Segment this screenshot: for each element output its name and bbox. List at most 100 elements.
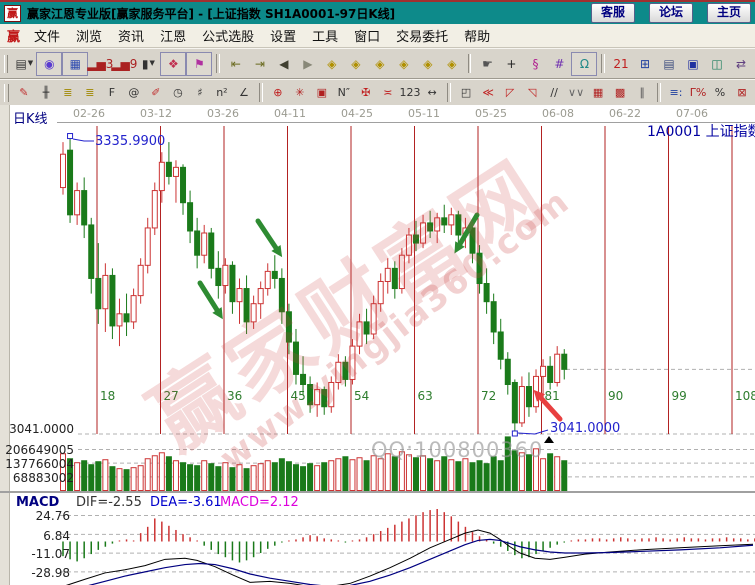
trend-lines-icon[interactable]: ∕∕ [543, 83, 565, 102]
chart-9-icon[interactable]: ▂▅9 [112, 53, 136, 75]
candle-tool-icon[interactable]: ▮▼ [136, 53, 160, 75]
customer-service-button[interactable]: 客服 [591, 3, 635, 23]
red-grid-icon[interactable]: ▦ [587, 83, 609, 102]
pattern-tool-icon[interactable]: ❖ [160, 52, 186, 76]
menu-item-文件[interactable]: 文件 [26, 24, 68, 47]
red-grid2-icon[interactable]: ▩ [609, 83, 631, 102]
pencil-icon: ✐ [151, 87, 160, 98]
menu-item-窗口[interactable]: 窗口 [346, 24, 388, 47]
angle-icon[interactable]: ∠ [233, 83, 255, 102]
golden-grid2-icon[interactable]: ≣ [79, 83, 101, 102]
brush-icon: ✎ [19, 87, 28, 98]
menu-item-浏览[interactable]: 浏览 [68, 24, 110, 47]
f-grid-icon[interactable]: F [101, 83, 123, 102]
toolbar-separator [657, 83, 661, 102]
box-tool-icon[interactable]: ◰ [455, 83, 477, 102]
save-icon[interactable]: ▣ [681, 53, 705, 75]
menu-item-资讯[interactable]: 资讯 [110, 24, 152, 47]
measure-icon[interactable]: ↔ [421, 83, 443, 102]
dropdown-caret-icon[interactable]: ▼ [149, 60, 154, 67]
prev-icon[interactable]: ◀ [272, 53, 296, 75]
pencil-icon[interactable]: ✐ [145, 83, 167, 102]
retrace-icon[interactable]: Γ% [687, 83, 709, 102]
spiral-icon[interactable]: @ [123, 83, 145, 102]
golden-grid-icon[interactable]: ≣ [57, 83, 79, 102]
diamond-down-icon[interactable]: ◈ [416, 53, 440, 75]
parallel-icon[interactable]: ∥ [631, 83, 653, 102]
gann-number-label: 81 [545, 389, 560, 403]
v-lines-icon[interactable]: ∨∨ [565, 83, 587, 102]
crosshair-icon[interactable]: + [499, 53, 523, 75]
net-icon[interactable]: # [547, 53, 571, 75]
fan-lines-icon[interactable]: ≪ [477, 83, 499, 102]
forum-button[interactable]: 论坛 [649, 3, 693, 23]
square-burst-icon: ▣ [317, 87, 327, 98]
chart-3-icon[interactable]: ▂▅3 [88, 53, 112, 75]
brain-icon[interactable]: Ω [571, 52, 597, 76]
percent-icon[interactable]: % [709, 83, 731, 102]
kline-style-icon[interactable]: ▤▼ [12, 53, 36, 75]
percent-box-icon[interactable]: ⊠ [731, 83, 753, 102]
export-icon[interactable]: ◫ [705, 53, 729, 75]
menu-item-公式选股[interactable]: 公式选股 [194, 24, 262, 47]
chart-canvas[interactable]: 日K线 02-2603-1203-2604-1104-2505-1105-250… [0, 105, 755, 585]
diamond-up-icon[interactable]: ◈ [392, 53, 416, 75]
menu-item-设置[interactable]: 设置 [262, 24, 304, 47]
box-tool-icon: ◰ [461, 87, 471, 98]
calendar-icon[interactable]: 21 [609, 53, 633, 75]
diamond-left-icon[interactable]: ◈ [320, 53, 344, 75]
cycle-clock-icon[interactable]: ◷ [167, 83, 189, 102]
gann-fan-icon[interactable]: ◹ [521, 83, 543, 102]
dropdown-caret-icon[interactable]: ▼ [28, 60, 33, 67]
transfer-icon[interactable]: ⇄ [729, 53, 753, 75]
menu-item-江恩[interactable]: 江恩 [152, 24, 194, 47]
zoom-tool-icon[interactable]: ◉ [36, 52, 62, 76]
square-burst-icon[interactable]: ▣ [311, 83, 333, 102]
n-squared-icon[interactable]: n² [211, 83, 233, 102]
ruler-123-icon[interactable]: 123 [399, 83, 421, 102]
gann-number-label: 18 [100, 389, 115, 403]
homepage-button[interactable]: 主页 [707, 3, 751, 23]
diamond-right-icon[interactable]: ◈ [344, 53, 368, 75]
key-icon[interactable]: § [523, 53, 547, 75]
ying-grid-icon[interactable]: ≍ [377, 83, 399, 102]
menu-item-交易委托[interactable]: 交易委托 [388, 24, 456, 47]
red-grid-icon: ▦ [593, 87, 603, 98]
menu-items: 文件浏览资讯江恩公式选股设置工具窗口交易委托帮助 [26, 24, 498, 47]
diamond-sync-icon[interactable]: ◈ [440, 53, 464, 75]
next-icon[interactable]: ▶ [296, 53, 320, 75]
count-icon[interactable]: Ν″ [333, 83, 355, 102]
date-tick-label: 07-06 [676, 107, 708, 120]
toolbar-grip[interactable] [4, 55, 8, 73]
flag-icon[interactable]: ⚑ [186, 52, 212, 76]
hand-icon[interactable]: ☛ [475, 53, 499, 75]
target-icon[interactable]: ⊕ [267, 83, 289, 102]
diamond-both-icon[interactable]: ◈ [368, 53, 392, 75]
date-tick-label: 03-26 [207, 107, 239, 120]
first-page-icon[interactable]: ⇤ [224, 53, 248, 75]
menu-bar: 赢 文件浏览资讯江恩公式选股设置工具窗口交易委托帮助 [0, 24, 755, 48]
brain-icon: Ω [580, 58, 589, 70]
gann-grid-icon[interactable]: ╫ [35, 83, 57, 102]
date-tick-label: 06-08 [542, 107, 574, 120]
menu-item-帮助[interactable]: 帮助 [456, 24, 498, 47]
price-ruler-icon[interactable]: ≡: [665, 83, 687, 102]
gann-number-label: 99 [672, 389, 687, 403]
gann-box-icon[interactable]: ◸ [499, 83, 521, 102]
pattern-tool-icon: ❖ [168, 58, 179, 70]
measure-icon: ↔ [428, 87, 437, 98]
calculator-icon[interactable]: ⊞ [633, 53, 657, 75]
diamond-both-icon: ◈ [375, 58, 384, 70]
plain-grid-icon[interactable]: ♯ [189, 83, 211, 102]
shen-grid-icon[interactable]: ✠ [355, 83, 377, 102]
notepad-icon[interactable]: ▤ [657, 53, 681, 75]
menu-item-工具[interactable]: 工具 [304, 24, 346, 47]
brush-icon[interactable]: ✎ [13, 83, 35, 102]
last-page-icon[interactable]: ⇥ [248, 53, 272, 75]
info-note-icon[interactable]: ▦ [62, 52, 88, 76]
candle-tool-icon: ▮ [142, 58, 149, 70]
macd-value-label: MACD=2.12 [220, 495, 299, 510]
volume-scale-label: 206649005 [0, 443, 74, 457]
toolbar-grip[interactable] [4, 84, 9, 102]
starburst-icon[interactable]: ✳ [289, 83, 311, 102]
